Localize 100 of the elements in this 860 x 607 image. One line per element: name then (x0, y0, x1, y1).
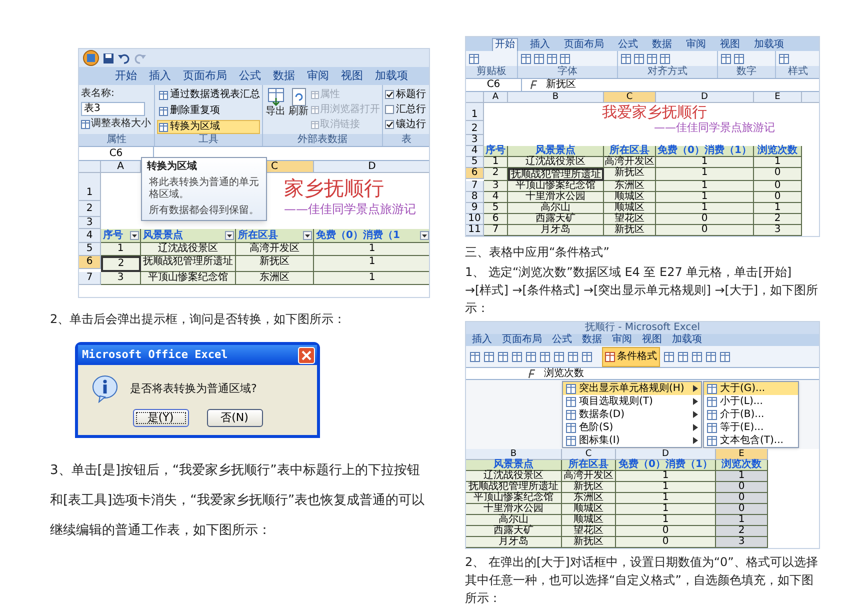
column-header[interactable]: A (101, 161, 141, 173)
column-header[interactable]: B (508, 92, 604, 103)
export-button[interactable]: 导出 (265, 88, 286, 134)
ribbon-tab[interactable]: 审阅 (307, 69, 329, 83)
checkbox[interactable] (385, 105, 394, 114)
checkbox[interactable] (385, 90, 394, 99)
ribbon-tab[interactable]: 视图 (341, 69, 363, 83)
ribbon-tab[interactable]: 数据 (582, 334, 602, 346)
ribbon-tab[interactable]: 页面布局 (502, 334, 542, 346)
dropdown-icon[interactable] (225, 231, 234, 240)
grid-icon[interactable] (521, 54, 531, 64)
menu-item[interactable]: 小于(L)... (704, 395, 798, 408)
column-header[interactable]: B (466, 449, 562, 460)
name-box[interactable]: C6 (466, 79, 522, 91)
grid-icon[interactable] (721, 54, 731, 64)
menu-item[interactable]: 大于(G)... (704, 382, 798, 395)
grid-icon[interactable] (647, 54, 657, 64)
close-icon[interactable] (298, 346, 315, 364)
ribbon-tab[interactable]: 页面布局 (562, 39, 606, 51)
ribbon-tab[interactable]: 审阅 (612, 334, 632, 346)
grid-icon[interactable] (560, 54, 570, 64)
ribbon-button[interactable]: 转换为区域 (157, 120, 260, 134)
grid-icon[interactable] (512, 352, 522, 362)
column-header[interactable]: E (754, 92, 802, 103)
menu-item[interactable]: 色阶(S) (563, 421, 701, 434)
grid-icon[interactable] (734, 54, 744, 64)
grid-icon[interactable] (554, 352, 564, 362)
grid-icon[interactable] (634, 54, 644, 64)
conditional-format-button[interactable]: 条件格式 (602, 346, 660, 366)
ribbon-tab[interactable]: 数据 (650, 39, 674, 51)
table-cell: 辽沈战役景区 (508, 157, 604, 168)
column-header[interactable]: E (716, 449, 768, 460)
grid-icon[interactable] (660, 54, 670, 64)
grid-icon[interactable] (621, 54, 631, 64)
ribbon-tab[interactable]: 公式 (239, 69, 261, 83)
grid-icon[interactable] (706, 352, 716, 362)
ribbon-tab[interactable]: 加载项 (672, 334, 702, 346)
resize-table-button[interactable]: 调整表格大小 (81, 118, 152, 130)
ribbon-tab[interactable]: 公式 (616, 39, 640, 51)
grid-icon[interactable] (779, 54, 789, 64)
grid-icon[interactable] (568, 352, 578, 362)
ribbon-button[interactable]: 删除重复项 (157, 104, 260, 118)
grid-icon[interactable] (692, 352, 702, 362)
column-header[interactable]: D (616, 449, 716, 460)
ribbon-tab[interactable]: 页面布局 (183, 69, 227, 83)
menu-item[interactable]: 突出显示单元格规则(H) (563, 382, 701, 395)
dropdown-icon[interactable] (303, 231, 312, 240)
table-cell: 1 (656, 192, 754, 203)
row-number: 7 (79, 272, 101, 285)
ribbon-tab[interactable]: 开始 (115, 69, 137, 83)
input-field[interactable]: 表3 (81, 102, 145, 116)
ribbon-tab[interactable]: 加载项 (375, 69, 408, 83)
row-number: 4 (79, 229, 101, 243)
column-header[interactable]: D (314, 161, 429, 173)
undo-icon[interactable] (118, 52, 130, 64)
menu-item[interactable]: 文本包含(T)... (704, 434, 798, 447)
grid-icon[interactable] (484, 352, 494, 362)
grid-icon[interactable] (534, 54, 544, 64)
column-header[interactable]: D (656, 92, 754, 103)
grid-icon[interactable] (470, 352, 480, 362)
menu-item[interactable]: 图标集(I) (563, 434, 701, 447)
checkbox[interactable] (385, 120, 394, 129)
ribbon-tab[interactable]: 插入 (149, 69, 171, 83)
grid-icon[interactable] (498, 352, 508, 362)
ribbon-tab[interactable]: 插入 (528, 39, 552, 51)
row-number: 7 (466, 181, 484, 192)
dialog-button[interactable]: 否(N) (206, 409, 262, 427)
column-header[interactable]: C (562, 449, 616, 460)
ribbon-tab[interactable]: 审阅 (684, 39, 708, 51)
column-header[interactable]: C (604, 92, 656, 103)
grid-icon[interactable] (547, 54, 557, 64)
refresh-button[interactable]: 刷新 (288, 88, 309, 134)
menu-item[interactable]: 介于(B)... (704, 408, 798, 421)
ribbon-tab[interactable]: 视图 (718, 39, 742, 51)
menu-item[interactable]: 等于(E)... (704, 421, 798, 434)
dropdown-icon[interactable] (420, 231, 429, 240)
ribbon-tab[interactable]: 公式 (552, 334, 572, 346)
ribbon-tab[interactable]: 加载项 (752, 39, 786, 51)
menu-item[interactable]: 项目选取规则(T) (563, 395, 701, 408)
save-icon[interactable] (103, 52, 114, 64)
ribbon-tab[interactable]: 插入 (472, 334, 492, 346)
ribbon-tab[interactable]: 数据 (273, 69, 295, 83)
menu-item[interactable]: 数据条(D) (563, 408, 701, 421)
table-cell: 1 (656, 157, 754, 168)
grid-icon[interactable] (526, 352, 536, 362)
ribbon-tab[interactable]: 开始 (492, 38, 518, 51)
grid-icon[interactable] (469, 54, 479, 64)
grid-icon (311, 106, 319, 114)
dropdown-icon[interactable] (130, 231, 139, 240)
ribbon-button[interactable]: 通过数据透视表汇总 (157, 88, 260, 102)
grid-icon[interactable] (720, 352, 730, 362)
grid-icon[interactable] (540, 352, 550, 362)
column-header[interactable]: A (484, 92, 508, 103)
row-number: 3 (466, 135, 484, 146)
ribbon-tab[interactable]: 视图 (642, 334, 662, 346)
grid-icon[interactable] (664, 352, 674, 362)
grid-icon[interactable] (582, 352, 592, 362)
checkbox-label: 标题行 (396, 88, 426, 100)
office-button-icon[interactable] (83, 50, 99, 66)
grid-icon[interactable] (678, 352, 688, 362)
